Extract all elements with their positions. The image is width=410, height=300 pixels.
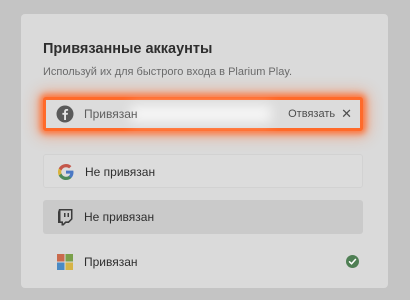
account-row-twitch[interactable]: Не привязан [43, 200, 363, 234]
account-status-label: Привязан [84, 107, 138, 121]
unlink-button[interactable]: Отвязать ✕ [288, 97, 352, 131]
microsoft-icon [56, 253, 74, 271]
page-title: Привязанные аккаунты [43, 41, 213, 57]
facebook-icon [56, 105, 74, 123]
account-status-label: Не привязан [84, 210, 155, 224]
page-subtitle: Используй их для быстрого входа в Plariu… [43, 66, 293, 78]
account-status-label: Не привязан [85, 165, 156, 179]
account-row-google[interactable]: Не привязан [43, 154, 363, 188]
linked-accounts-panel: Привязанные аккаунты Используй их для бы… [21, 14, 388, 288]
close-icon: ✕ [341, 106, 352, 121]
google-icon [57, 163, 75, 181]
redaction-blur [131, 106, 271, 122]
account-row-facebook: Привязан Отвязать ✕ [43, 97, 363, 131]
twitch-icon [56, 208, 74, 226]
unlink-label: Отвязать [288, 108, 336, 120]
account-row-microsoft: Привязан [43, 245, 363, 279]
account-status-label: Привязан [84, 255, 138, 269]
checkmark-icon [346, 255, 359, 268]
